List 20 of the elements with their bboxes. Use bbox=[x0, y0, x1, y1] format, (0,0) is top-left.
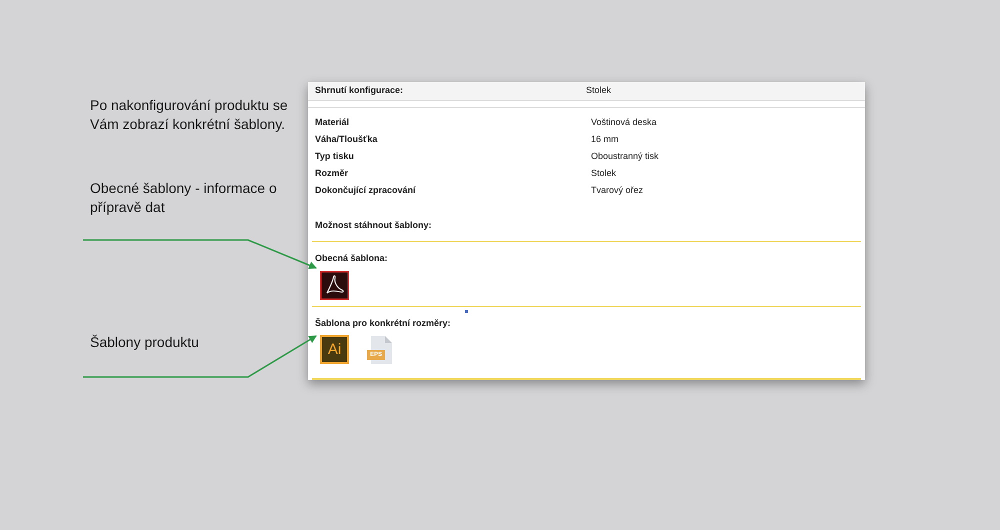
row-label: Typ tisku bbox=[315, 150, 355, 163]
annotation-text: Po nakonfigurování produktu se Vám zobrazí konkrétní šablony. bbox=[90, 96, 288, 134]
row-value: 16 mm bbox=[591, 132, 619, 146]
row-value: Tvarový ořez bbox=[591, 184, 644, 197]
row-label: Rozměr bbox=[315, 166, 350, 180]
row-label: Váha/Tloušťka bbox=[315, 132, 378, 146]
summary-value: Stolek bbox=[586, 84, 612, 98]
row-label: Materiál bbox=[315, 116, 350, 129]
row-value: Voštinová deska bbox=[591, 116, 657, 129]
summary-label: Shrnutí konfigurace: bbox=[315, 84, 404, 98]
row-label: Dokončující zpracování bbox=[315, 184, 417, 197]
annotation-text: Šablony produktu bbox=[90, 333, 199, 352]
annotation-text: Obecné šablony - informace o přípravě dat bbox=[90, 179, 278, 217]
section-title: Šablona pro konkrétní rozměry: bbox=[315, 316, 452, 330]
section-title: Obecná šablona: bbox=[315, 252, 389, 265]
row-value: Stolek bbox=[591, 166, 616, 180]
illustrator-file-icon[interactable]: Ai bbox=[320, 335, 349, 364]
row-value: Oboustranný tisk bbox=[591, 150, 659, 163]
download-title: Možnost stáhnout šablony: bbox=[315, 218, 432, 232]
pdf-file-icon[interactable] bbox=[320, 270, 349, 300]
